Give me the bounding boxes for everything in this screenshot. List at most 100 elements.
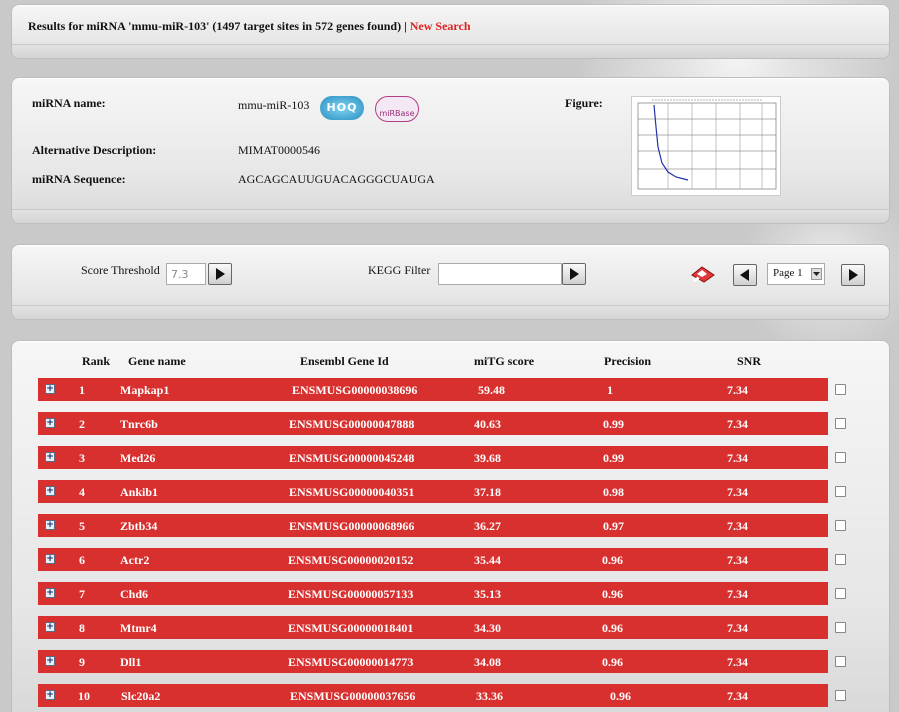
expand-icon[interactable]: + (45, 588, 55, 598)
row-select-checkbox[interactable] (835, 588, 846, 599)
cell-ensembl-id[interactable]: ENSMUSG00000020152 (288, 553, 413, 568)
expand-icon[interactable]: + (45, 452, 55, 462)
column-header-precision[interactable]: Precision (604, 354, 651, 369)
prev-page-icon (740, 269, 749, 281)
mirbase-logo-link[interactable]: miRBase (375, 96, 419, 122)
kegg-filter-input[interactable] (438, 263, 562, 285)
cell-gene-name[interactable]: Slc20a2 (121, 689, 160, 704)
cell-ensembl-id[interactable]: ENSMUSG00000038696 (292, 383, 417, 398)
table-row[interactable]: +9 Dll1 ENSMUSG00000014773 34.08 0.96 7.34 (38, 650, 828, 673)
cell-precision: 0.96 (602, 553, 623, 567)
next-page-button[interactable] (841, 264, 865, 286)
cell-precision: 0.98 (603, 485, 624, 499)
score-threshold-label: Score Threshold (81, 263, 160, 277)
expand-icon[interactable]: + (45, 622, 55, 632)
row-select-checkbox[interactable] (835, 452, 846, 463)
table-row[interactable]: +2 Tnrc6b ENSMUSG00000047888 40.63 0.99 7.34 (38, 412, 828, 435)
expand-icon[interactable]: + (45, 418, 55, 428)
mirna-name-value: mmu-miR-103 (238, 98, 310, 112)
cell-gene-name[interactable]: Zbtb34 (120, 519, 157, 534)
cell-snr: 7.34 (727, 587, 748, 601)
kegg-submit-button[interactable] (562, 263, 586, 285)
row-select-checkbox[interactable] (835, 418, 846, 429)
cell-snr: 7.34 (727, 553, 748, 567)
table-row[interactable]: +3 Med26 ENSMUSG00000045248 39.68 0.99 7.34 (38, 446, 828, 469)
save-disk-icon[interactable] (690, 265, 716, 287)
cell-rank: 5 (79, 519, 85, 533)
column-header-snr[interactable]: SNR (737, 354, 761, 369)
cell-rank: 9 (79, 655, 85, 669)
expand-icon[interactable]: + (45, 486, 55, 496)
cell-ensembl-id[interactable]: ENSMUSG00000037656 (290, 689, 415, 704)
mirna-info-panel: miRNA name: mmu-miR-103 HOQ miRBase Alte… (11, 77, 890, 224)
expand-icon[interactable]: + (45, 656, 55, 666)
cell-ensembl-id[interactable]: ENSMUSG00000040351 (289, 485, 414, 500)
expand-icon[interactable]: + (45, 520, 55, 530)
cell-gene-name[interactable]: Mapkap1 (120, 383, 169, 398)
row-select-checkbox[interactable] (835, 486, 846, 497)
table-row[interactable]: +6 Actr2 ENSMUSG00000020152 35.44 0.96 7.34 (38, 548, 828, 571)
row-select-checkbox[interactable] (835, 520, 846, 531)
page-select[interactable]: Page 1 (767, 263, 825, 285)
cell-gene-name[interactable]: Tnrc6b (120, 417, 158, 432)
cell-gene-name[interactable]: Actr2 (120, 553, 149, 568)
cell-ensembl-id[interactable]: ENSMUSG00000018401 (288, 621, 413, 636)
cell-precision: 0.97 (603, 519, 624, 533)
results-table-panel: Rank Gene name Ensembl Gene Id miTG scor… (11, 340, 890, 712)
expand-icon[interactable]: + (45, 384, 55, 394)
column-header-mitg-score[interactable]: miTG score (474, 354, 534, 369)
new-search-link[interactable]: New Search (410, 19, 471, 33)
chevron-down-icon (811, 268, 822, 280)
cell-rank: 6 (79, 553, 85, 567)
expand-icon[interactable]: + (45, 690, 55, 700)
table-row[interactable]: +1 Mapkap1 ENSMUSG00000038696 59.48 1 7.34 (38, 378, 828, 401)
row-select-checkbox[interactable] (835, 554, 846, 565)
cell-gene-name[interactable]: Chd6 (120, 587, 148, 602)
table-row[interactable]: +7 Chd6 ENSMUSG00000057133 35.13 0.96 7.34 (38, 582, 828, 605)
cell-mitg-score: 35.44 (474, 553, 501, 567)
cell-ensembl-id[interactable]: ENSMUSG00000047888 (289, 417, 414, 432)
cell-gene-name[interactable]: Ankib1 (120, 485, 158, 500)
expand-icon[interactable]: + (45, 554, 55, 564)
cell-snr: 7.34 (727, 417, 748, 431)
alt-description-label: Alternative Description: (32, 143, 157, 157)
cell-mitg-score: 37.18 (474, 485, 501, 499)
table-row[interactable]: +10 Slc20a2 ENSMUSG00000037656 33.36 0.96 7.3… (38, 684, 828, 707)
cell-rank: 3 (79, 451, 85, 465)
cell-gene-name[interactable]: Dll1 (120, 655, 141, 670)
table-row[interactable]: +8 Mtmr4 ENSMUSG00000018401 34.30 0.96 7.34 (38, 616, 828, 639)
cell-snr: 7.34 (727, 689, 748, 703)
table-row[interactable]: +4 Ankib1 ENSMUSG00000040351 37.18 0.98 7.34 (38, 480, 828, 503)
cell-mitg-score: 34.30 (474, 621, 501, 635)
column-header-gene-name[interactable]: Gene name (128, 354, 186, 369)
score-submit-button[interactable] (208, 263, 232, 285)
cell-ensembl-id[interactable]: ENSMUSG00000014773 (288, 655, 413, 670)
cell-ensembl-id[interactable]: ENSMUSG00000045248 (289, 451, 414, 466)
table-row[interactable]: +5 Zbtb34 ENSMUSG00000068966 36.27 0.97 7.34 (38, 514, 828, 537)
figure-thumbnail[interactable] (631, 96, 781, 196)
row-select-checkbox[interactable] (835, 622, 846, 633)
cell-snr: 7.34 (727, 383, 748, 397)
column-header-ensembl-id[interactable]: Ensembl Gene Id (300, 354, 389, 369)
cell-rank: 8 (79, 621, 85, 635)
cell-mitg-score: 34.08 (474, 655, 501, 669)
hoq-logo-link[interactable]: HOQ (320, 96, 364, 120)
mirna-name-label: miRNA name: (32, 96, 106, 110)
submit-arrow-icon (570, 268, 579, 280)
column-header-rank[interactable]: Rank (82, 354, 110, 369)
submit-arrow-icon (216, 268, 225, 280)
cell-ensembl-id[interactable]: ENSMUSG00000068966 (289, 519, 414, 534)
row-select-checkbox[interactable] (835, 656, 846, 667)
cell-ensembl-id[interactable]: ENSMUSG00000057133 (288, 587, 413, 602)
next-page-icon (849, 269, 858, 281)
panel-footer (12, 44, 889, 58)
prev-page-button[interactable] (733, 264, 757, 286)
cell-rank: 2 (79, 417, 85, 431)
cell-gene-name[interactable]: Mtmr4 (120, 621, 157, 636)
row-select-checkbox[interactable] (835, 690, 846, 701)
figure-label: Figure: (565, 96, 603, 110)
score-threshold-input[interactable] (166, 263, 206, 285)
row-select-checkbox[interactable] (835, 384, 846, 395)
panel-footer (12, 209, 889, 223)
cell-gene-name[interactable]: Med26 (120, 451, 155, 466)
